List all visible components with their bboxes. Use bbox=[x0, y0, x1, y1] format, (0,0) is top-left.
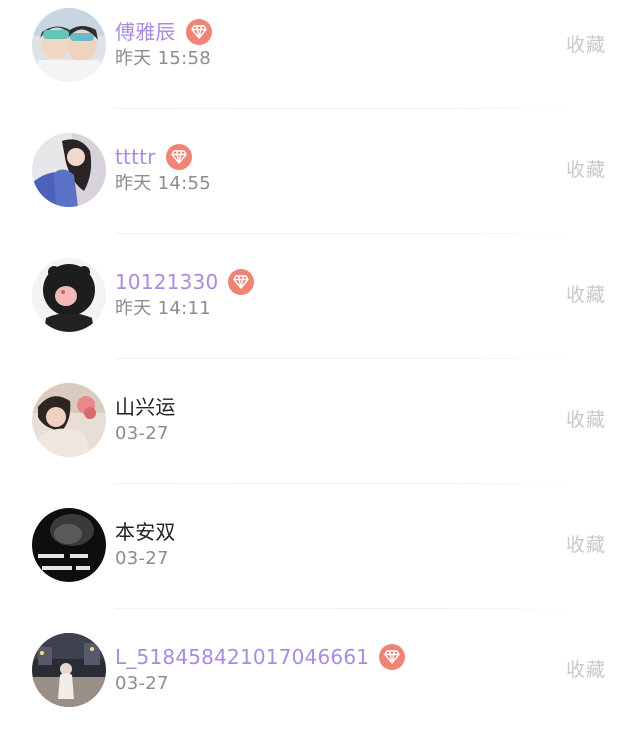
name-line: 本安双 bbox=[115, 517, 176, 547]
name-line: 10121330 bbox=[115, 267, 255, 297]
avatar[interactable] bbox=[32, 508, 106, 582]
name-line: 山兴运 bbox=[115, 392, 176, 422]
collect-button[interactable]: 收藏 bbox=[566, 656, 606, 684]
collect-button[interactable]: 收藏 bbox=[566, 281, 606, 309]
avatar[interactable] bbox=[32, 133, 106, 207]
name-line: ttttr bbox=[115, 142, 192, 172]
avatar[interactable] bbox=[32, 383, 106, 457]
collect-button[interactable]: 收藏 bbox=[566, 531, 606, 559]
user-name[interactable]: 10121330 bbox=[115, 267, 218, 297]
user-name[interactable]: 傅雅辰 bbox=[115, 17, 176, 47]
timestamp: 昨天 15:58 bbox=[115, 48, 211, 69]
timestamp: 03-27 bbox=[115, 423, 169, 444]
vip-diamond-icon bbox=[165, 144, 192, 170]
vip-diamond-icon bbox=[379, 644, 406, 670]
collect-button[interactable]: 收藏 bbox=[566, 31, 606, 59]
avatar-image bbox=[32, 383, 106, 457]
list-item[interactable]: ttttr 昨天 14:55 收藏 bbox=[0, 109, 640, 234]
avatar[interactable] bbox=[32, 8, 106, 82]
list-item[interactable]: 本安双 03-27 收藏 bbox=[0, 484, 640, 609]
timestamp: 昨天 14:55 bbox=[115, 173, 211, 194]
user-name[interactable]: L_518458421017046661 bbox=[115, 642, 369, 672]
user-name[interactable]: 山兴运 bbox=[115, 392, 176, 422]
user-name[interactable]: ttttr bbox=[115, 142, 156, 172]
avatar-image bbox=[32, 258, 106, 332]
avatar[interactable] bbox=[32, 633, 106, 707]
name-line: L_518458421017046661 bbox=[115, 642, 406, 672]
timestamp: 03-27 bbox=[115, 673, 169, 694]
collect-button[interactable]: 收藏 bbox=[566, 406, 606, 434]
avatar-image bbox=[32, 633, 106, 707]
name-line: 傅雅辰 bbox=[115, 17, 212, 47]
vip-diamond-icon bbox=[228, 269, 255, 295]
vip-diamond-icon bbox=[185, 19, 212, 45]
avatar-image bbox=[32, 133, 106, 207]
user-name[interactable]: 本安双 bbox=[115, 517, 176, 547]
avatar[interactable] bbox=[32, 258, 106, 332]
list-item[interactable]: 傅雅辰 昨天 15:58 收藏 bbox=[0, 0, 640, 109]
list-item[interactable]: 山兴运 03-27 收藏 bbox=[0, 359, 640, 484]
list-item[interactable]: L_518458421017046661 03-27 收藏 bbox=[0, 609, 640, 734]
timestamp: 昨天 14:11 bbox=[115, 298, 211, 319]
avatar-image bbox=[32, 8, 106, 82]
collect-button[interactable]: 收藏 bbox=[566, 156, 606, 184]
collector-list: 傅雅辰 昨天 15:58 收藏 ttttr 昨天 14:55 收藏 101213… bbox=[0, 0, 640, 714]
list-item[interactable]: 10121330 昨天 14:11 收藏 bbox=[0, 234, 640, 359]
avatar-image bbox=[32, 508, 106, 582]
timestamp: 03-27 bbox=[115, 548, 169, 569]
